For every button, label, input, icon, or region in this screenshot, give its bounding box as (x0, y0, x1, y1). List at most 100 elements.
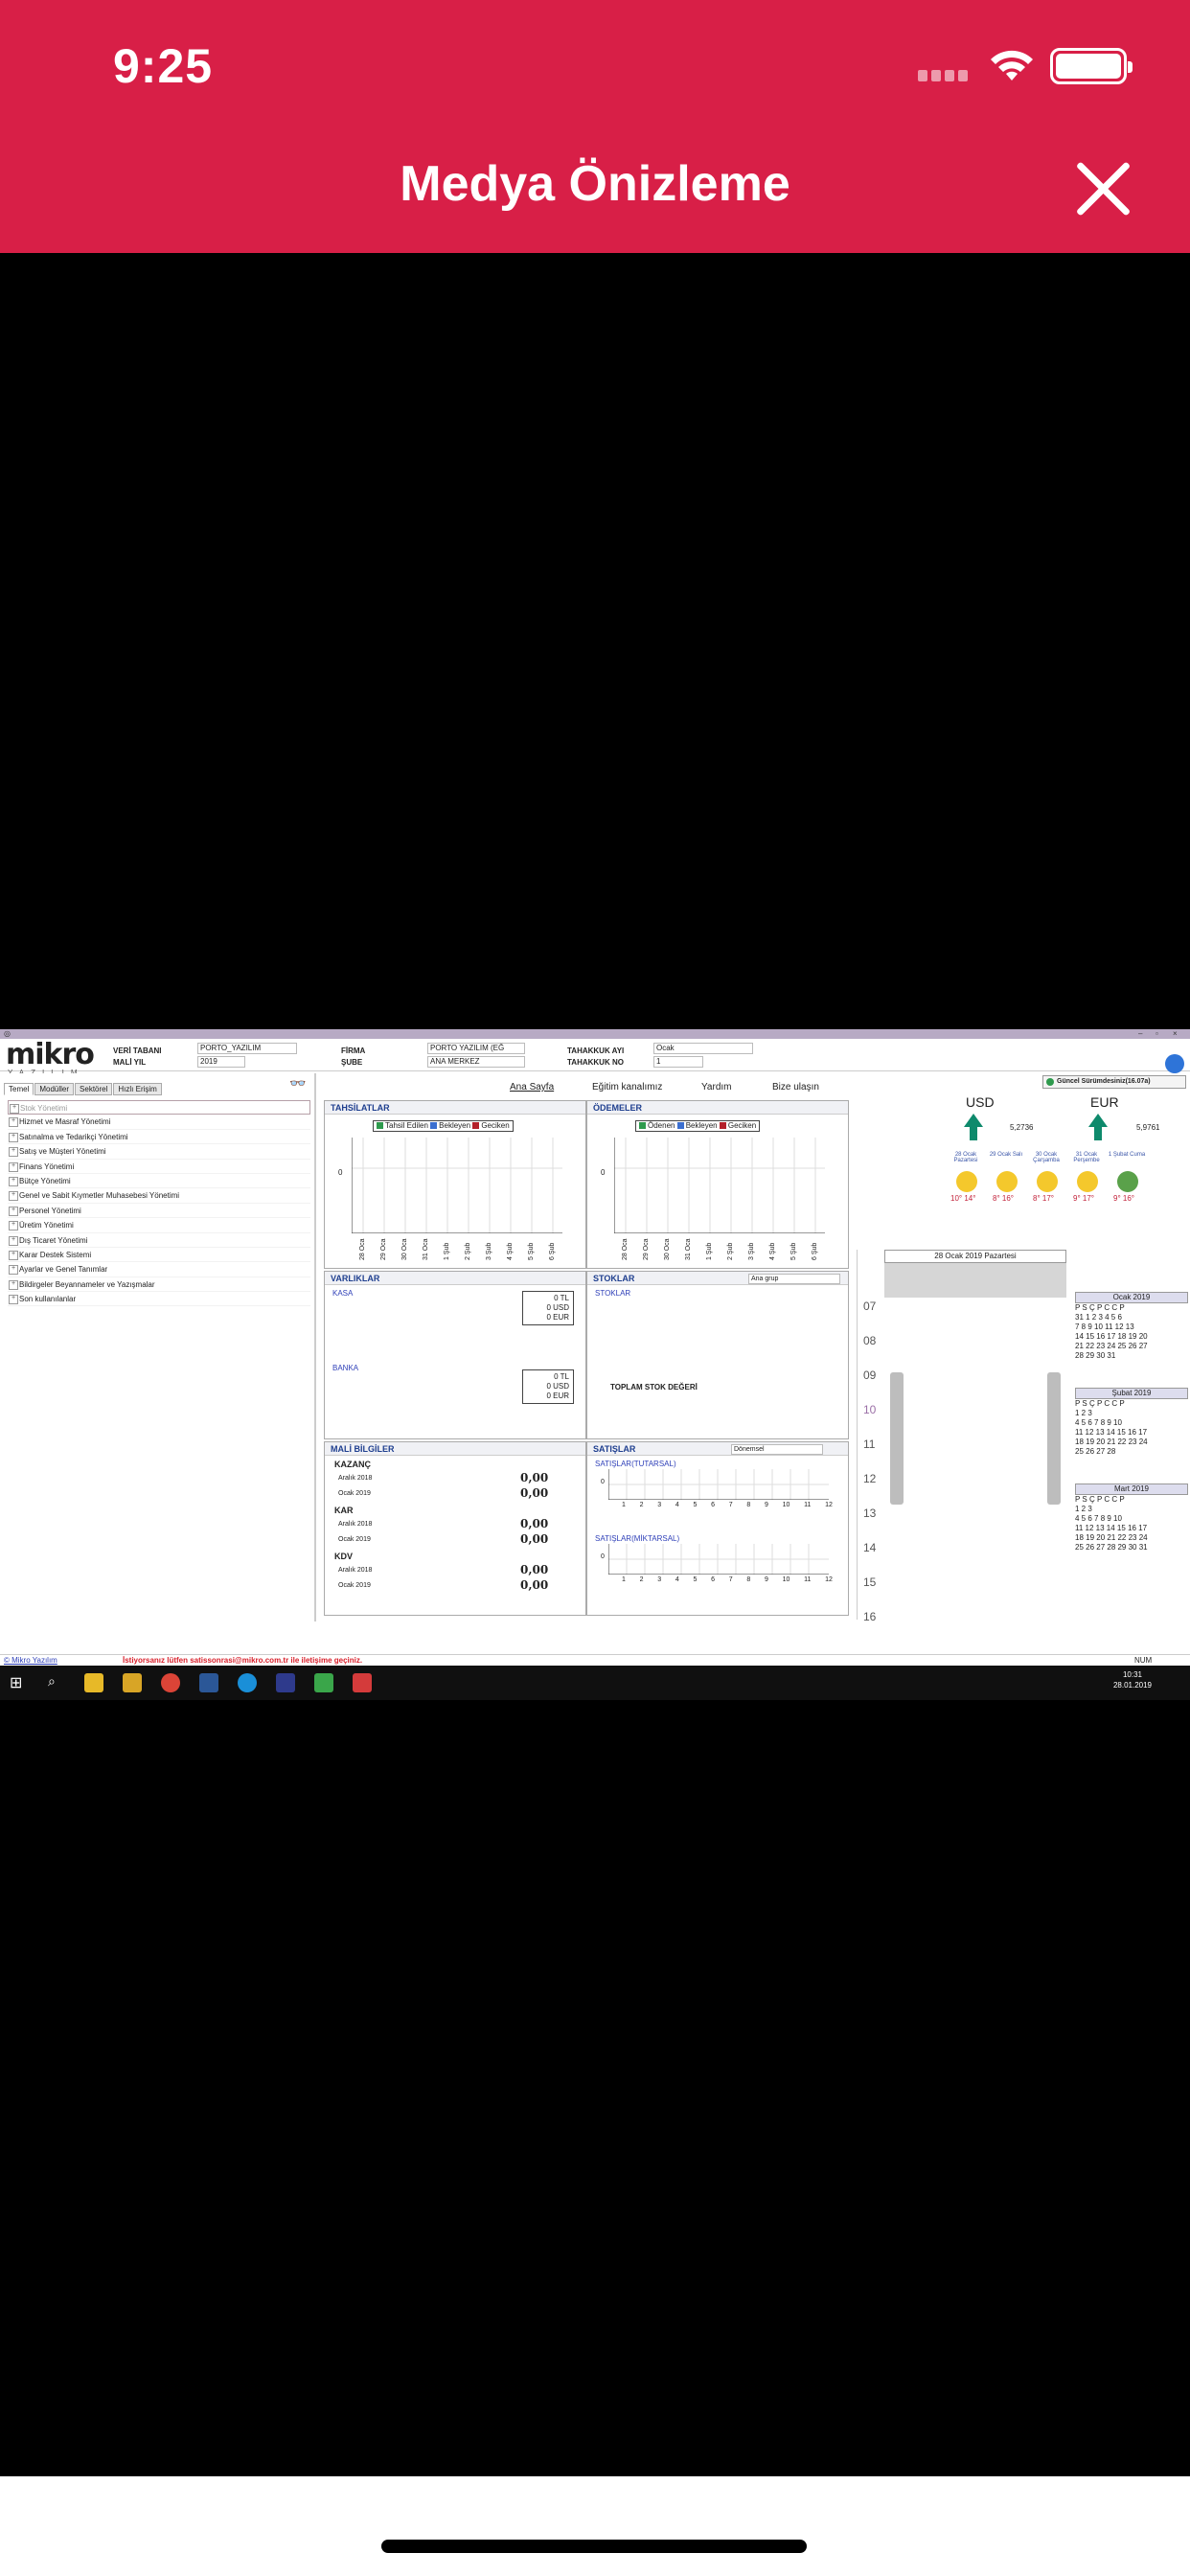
month-title: Şubat 2019 (1075, 1388, 1188, 1399)
y-zero-label: 0 (601, 1168, 606, 1177)
panel-title: MALİ BİLGİLER (325, 1442, 585, 1456)
check-icon (1046, 1078, 1054, 1086)
update-status[interactable]: Güncel Sürümdesiniz(16.07a) (1042, 1075, 1186, 1089)
window-titlebar: ◎ – ▫ × (0, 1029, 1190, 1039)
firma-label: FİRMA (341, 1046, 366, 1055)
mali-yil-stepper[interactable]: 2019 (197, 1056, 245, 1068)
menu-item[interactable]: Bildirgeler Beyannameler ve Yazışmalar (8, 1277, 310, 1293)
recorder-icon[interactable] (353, 1673, 372, 1692)
stok-group-select[interactable]: Ana grup (748, 1274, 840, 1284)
windows-start-icon[interactable]: ⊞ (10, 1673, 22, 1692)
weather-day: 28 Ocak Pazartesi (953, 1152, 978, 1163)
tahakkuk-no-input[interactable]: 1 (653, 1056, 703, 1068)
menu-item[interactable]: Personel Yönetimi (8, 1204, 310, 1219)
taskbar-clock[interactable]: 10:31 28.01.2019 (1113, 1669, 1152, 1690)
veri-tabani-label: VERİ TABANI (113, 1046, 162, 1055)
mikro-app-icon[interactable] (276, 1673, 295, 1692)
satislar-panel: SATIŞLAR Dönemsel SATIŞLAR(TUTARSAL) 0 1… (586, 1441, 849, 1616)
tab-temel[interactable]: Temel (4, 1083, 34, 1095)
eur-label: EUR (1090, 1094, 1119, 1110)
month-axis: 1 2 3 4 5 6 7 8 9 10 11 12 (622, 1502, 833, 1508)
satislar-miktarsal-chart (608, 1544, 829, 1575)
signal-icon (918, 69, 975, 82)
kazanc-label: KAZANÇ (334, 1460, 371, 1469)
prev-day-handle[interactable] (890, 1372, 904, 1505)
odemeler-chart (614, 1138, 825, 1233)
menu-item[interactable]: Üretim Yönetimi (8, 1218, 310, 1233)
month-title: Mart 2019 (1075, 1484, 1188, 1495)
month-title: Ocak 2019 (1075, 1292, 1188, 1303)
satislar-miktarsal-link[interactable]: SATIŞLAR(MİKTARSAL) (595, 1534, 679, 1543)
menu-item[interactable]: Dış Ticaret Yönetimi (8, 1233, 310, 1248)
right-panel: Güncel Sürümdesiniz(16.07a) USD 5,2736 E… (855, 1073, 1190, 1623)
menu-item[interactable]: Hizmet ve Masraf Yönetimi (8, 1115, 310, 1130)
menu-item[interactable]: Karar Destek Sistemi (8, 1248, 310, 1263)
menu-item[interactable]: Bütçe Yönetimi (8, 1174, 310, 1189)
app-icon[interactable] (238, 1673, 257, 1692)
chart-legend: Ödenen Bekleyen Geciken (635, 1120, 761, 1132)
tab-moduller[interactable]: Modüller (34, 1083, 75, 1095)
menu-item[interactable]: Ayarlar ve Genel Tanımlar (8, 1262, 310, 1277)
tab-sektorel[interactable]: Sektörel (75, 1083, 113, 1095)
menu-item[interactable]: Stok Yönetimi (8, 1100, 310, 1116)
day-schedule: 28 Ocak 2019 Pazartesi 07 08 09 10 11 12… (857, 1250, 1071, 1623)
tahakkuk-ayi-select[interactable]: Ocak (653, 1043, 753, 1054)
next-day-handle[interactable] (1047, 1372, 1061, 1505)
kar-label: KAR (334, 1506, 354, 1515)
maximize-icon[interactable]: ▫ (1156, 1029, 1158, 1038)
tab-hizli-erisim[interactable]: Hızlı Erişim (113, 1083, 162, 1095)
usd-label: USD (966, 1094, 995, 1110)
partly-cloudy-icon (956, 1171, 977, 1192)
page-title: Medya Önizleme (400, 156, 790, 212)
camtasia-icon[interactable] (314, 1673, 333, 1692)
binoculars-icon[interactable]: 👓 (289, 1075, 306, 1092)
sube-select[interactable]: ANA MERKEZ (427, 1056, 525, 1068)
mikro-link[interactable]: © Mikro Yazılım (4, 1656, 57, 1665)
banka-link[interactable]: BANKA (332, 1364, 358, 1372)
minimize-icon[interactable]: – (1138, 1029, 1142, 1038)
chrome-icon[interactable] (161, 1673, 180, 1692)
menu-item[interactable]: Finans Yönetimi (8, 1160, 310, 1174)
satislar-period-select[interactable]: Dönemsel (731, 1444, 823, 1455)
folder-icon[interactable] (123, 1673, 142, 1692)
menu-item[interactable]: Son kullanılanlar (8, 1292, 310, 1307)
support-message: İstiyorsanız lütfen satissonrasi@mikro.c… (123, 1656, 363, 1665)
menu-item[interactable]: Satış ve Müşteri Yönetimi (8, 1144, 310, 1160)
mini-calendar: Mart 2019 P S Ç P C C P 1 2 34 5 6 7 8 9… (1075, 1484, 1188, 1552)
kdv-label: KDV (334, 1552, 354, 1561)
sube-label: ŞUBE (341, 1058, 363, 1067)
usd-value: 5,2736 (1010, 1123, 1034, 1132)
satislar-tutarsal-link[interactable]: SATIŞLAR(TUTARSAL) (595, 1460, 676, 1468)
tahakkuk-ayi-label: TAHAKKUK AYI (567, 1046, 625, 1055)
search-icon[interactable]: ⌕ (48, 1673, 56, 1690)
tahsilatlar-panel: TAHSİLATLAR Tahsil Edilen Bekleyen Gecik… (324, 1100, 586, 1269)
satislar-tutarsal-chart (608, 1469, 829, 1500)
kasa-link[interactable]: KASA (332, 1289, 353, 1298)
firma-select[interactable]: PORTO YAZILIM (EĞ (427, 1043, 525, 1054)
menu-round-button[interactable] (1165, 1054, 1184, 1073)
nav-egitim[interactable]: Eğitim kanalımız (592, 1082, 662, 1092)
home-indicator[interactable] (381, 2540, 807, 2553)
nav-ana-sayfa[interactable]: Ana Sayfa (510, 1082, 554, 1092)
odemeler-panel: ÖDEMELER Ödenen Bekleyen Geciken 0 28 Oc… (586, 1100, 849, 1269)
top-nav: Ana Sayfa Eğitim kanalımız Yardım Bize u… (318, 1079, 855, 1096)
eur-value: 5,9761 (1136, 1123, 1160, 1132)
weather-day: 30 Ocak Çarşamba (1033, 1152, 1060, 1163)
close-window-icon[interactable]: × (1173, 1029, 1178, 1038)
mini-calendar: Şubat 2019 P S Ç P C C P 1 2 34 5 6 7 8 … (1075, 1388, 1188, 1457)
weekday-row: P S Ç P C C P (1075, 1303, 1125, 1312)
status-bar: © Mikro Yazılım İstiyorsanız lütfen sati… (0, 1654, 1190, 1666)
weather-day: 29 Ocak Salı (989, 1152, 1023, 1158)
nav-yardim[interactable]: Yardım (701, 1082, 732, 1092)
nav-bize-ulasin[interactable]: Bize ulaşın (772, 1082, 819, 1092)
menu-item[interactable]: Satınalma ve Tedarikçi Yönetimi (8, 1130, 310, 1145)
y-zero-label: 0 (338, 1168, 343, 1177)
app-icon: ◎ (4, 1029, 11, 1038)
outlook-icon[interactable] (199, 1673, 218, 1692)
media-preview-image: ◎ – ▫ × mikro YAZILIM VERİ TABANI MALİ Y… (0, 1029, 1190, 1700)
explorer-icon[interactable] (84, 1673, 103, 1692)
veri-tabani-select[interactable]: PORTO_YAZILIM (197, 1043, 297, 1054)
stoklar-link[interactable]: STOKLAR (595, 1289, 630, 1298)
close-icon[interactable] (1071, 157, 1134, 220)
menu-item[interactable]: Genel ve Sabit Kıymetler Muhasebesi Yöne… (8, 1188, 310, 1204)
